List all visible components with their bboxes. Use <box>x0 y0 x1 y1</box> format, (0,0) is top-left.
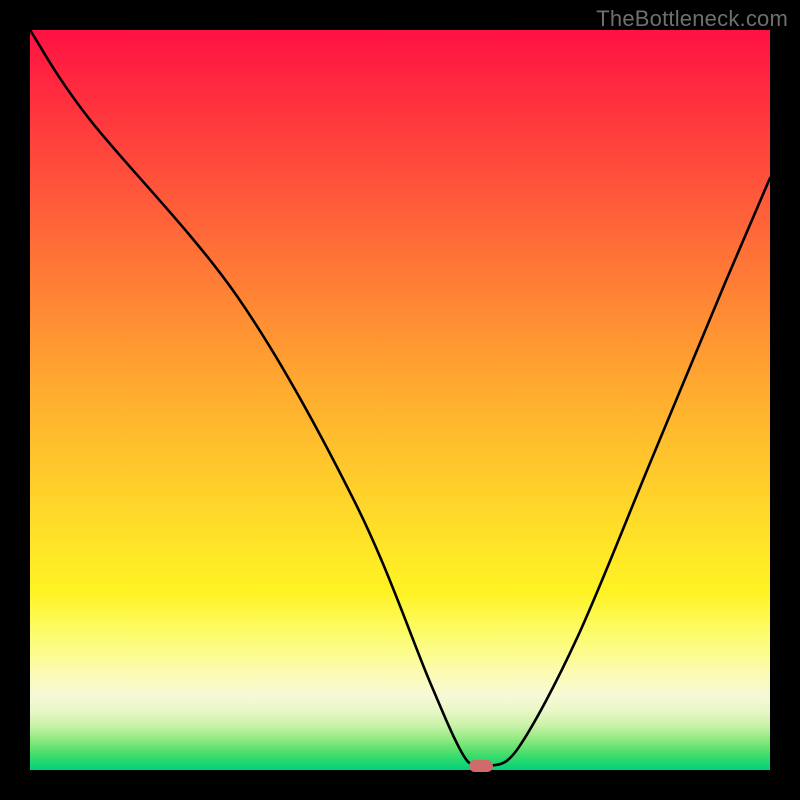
watermark-text: TheBottleneck.com <box>596 6 788 32</box>
curve-svg <box>30 30 770 770</box>
plot-area <box>30 30 770 770</box>
chart-frame: TheBottleneck.com <box>0 0 800 800</box>
optimal-marker <box>469 760 493 772</box>
bottleneck-curve <box>30 30 770 769</box>
